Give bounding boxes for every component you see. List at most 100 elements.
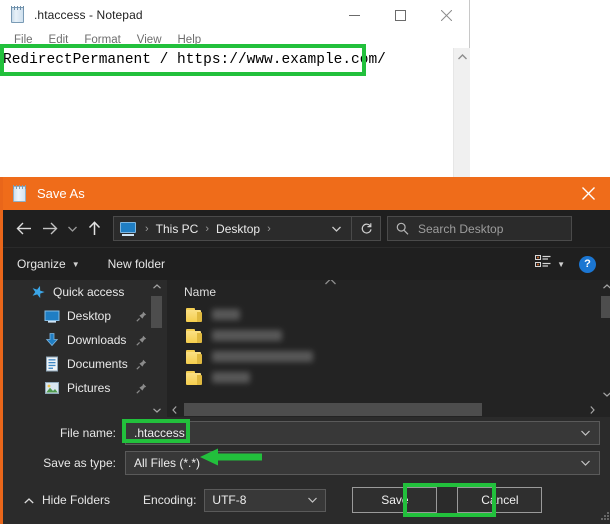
breadcrumb-desktop[interactable]: Desktop <box>214 222 262 236</box>
file-name-redacted <box>212 330 282 341</box>
hide-folders-label: Hide Folders <box>42 493 111 507</box>
hide-folders-button[interactable]: Hide Folders <box>24 493 110 507</box>
file-name-value: .htaccess <box>134 426 185 440</box>
search-input[interactable]: Search Desktop <box>387 216 572 241</box>
chevron-up-icon <box>24 493 34 507</box>
scroll-up-icon[interactable] <box>454 48 471 65</box>
chevron-down-icon[interactable] <box>581 460 590 466</box>
sidebar-item-documents[interactable]: Documents <box>6 352 163 376</box>
table-row[interactable] <box>167 367 610 388</box>
encoding-group: Encoding: UTF-8 <box>143 488 327 512</box>
arrow-up-icon[interactable] <box>81 216 107 242</box>
notepad-window: .htaccess - Notepad File Edit Format Vie… <box>0 0 470 180</box>
column-header-name[interactable]: Name <box>184 285 216 299</box>
filelist-vertical-scrollbar[interactable] <box>600 280 610 417</box>
breadcrumb-separator: › <box>267 222 271 235</box>
navigation-pane: Quick access Desktop Downloads Documents… <box>6 280 163 417</box>
notepad-window-buttons <box>331 0 469 30</box>
close-icon[interactable] <box>566 177 610 210</box>
menu-format[interactable]: Format <box>76 34 128 46</box>
organize-button[interactable]: Organize ▼ <box>17 257 80 271</box>
maximize-icon[interactable] <box>377 0 423 30</box>
save-as-type-row: Save as type: All Files (*.*) <box>6 451 610 475</box>
pin-icon[interactable] <box>136 383 147 394</box>
menu-help[interactable]: Help <box>170 34 210 46</box>
scroll-up-icon[interactable] <box>600 280 610 293</box>
file-name-redacted <box>212 309 240 320</box>
chevron-down-icon: ▼ <box>557 259 565 269</box>
filelist-scroll-thumb[interactable] <box>601 296 610 318</box>
sidebar-label: Pictures <box>67 381 111 395</box>
save-as-type-select[interactable]: All Files (*.*) <box>125 451 600 475</box>
organize-label: Organize <box>17 257 66 271</box>
save-button[interactable]: Save <box>352 487 438 513</box>
view-mode-button[interactable]: ▼ <box>535 255 565 273</box>
menu-view[interactable]: View <box>129 34 170 46</box>
view-mode-icon <box>535 255 551 273</box>
close-icon[interactable] <box>423 0 469 30</box>
menu-file[interactable]: File <box>6 34 41 46</box>
table-row[interactable] <box>167 346 610 367</box>
folder-icon <box>186 307 203 322</box>
resize-grip[interactable] <box>601 512 610 521</box>
scroll-up-icon[interactable] <box>150 280 163 293</box>
save-as-type-label: Save as type: <box>43 456 116 470</box>
menu-edit[interactable]: Edit <box>41 34 77 46</box>
chevron-down-icon: ▼ <box>71 259 80 269</box>
address-bar[interactable]: › This PC › Desktop › <box>113 216 381 241</box>
file-name-label: File name: <box>59 426 116 440</box>
sidebar-item-pictures[interactable]: Pictures <box>6 376 163 400</box>
encoding-select[interactable]: UTF-8 <box>204 488 327 512</box>
save-form: File name: .htaccess Save as type: All F… <box>6 421 610 476</box>
arrow-left-icon[interactable] <box>11 216 37 242</box>
notepad-title: .htaccess - Notepad <box>34 8 143 22</box>
minimize-icon[interactable] <box>331 0 377 30</box>
notepad-text-content: RedirectPermanent / https://www.example.… <box>3 52 386 68</box>
chevron-down-icon[interactable] <box>308 497 318 503</box>
filelist-horizontal-scrollbar[interactable] <box>167 402 610 417</box>
desktop-background <box>470 0 610 177</box>
cancel-button[interactable]: Cancel <box>457 487 543 513</box>
sidebar-label: Downloads <box>67 333 127 347</box>
notepad-vertical-scrollbar[interactable] <box>453 48 470 180</box>
new-folder-button[interactable]: New folder <box>108 257 165 271</box>
pin-icon[interactable] <box>136 359 147 370</box>
command-bar: Organize ▼ New folder ▼ ? <box>3 247 610 280</box>
notepad-titlebar: .htaccess - Notepad <box>0 0 469 30</box>
scroll-down-icon[interactable] <box>600 388 610 401</box>
scroll-right-icon[interactable] <box>585 402 600 417</box>
refresh-icon[interactable] <box>351 217 380 240</box>
sidebar-label: Desktop <box>67 309 112 323</box>
breadcrumb-separator: › <box>205 222 210 235</box>
table-row[interactable] <box>167 304 610 325</box>
sidebar-item-desktop[interactable]: Desktop <box>6 304 163 328</box>
scroll-down-icon[interactable] <box>150 404 163 417</box>
pin-icon[interactable] <box>136 311 147 322</box>
file-name-redacted <box>212 372 250 383</box>
file-name-input[interactable]: .htaccess <box>125 421 600 445</box>
chevron-down-icon[interactable] <box>322 226 351 232</box>
notepad-menubar: File Edit Format View Help <box>0 30 469 50</box>
folder-icon <box>186 328 203 343</box>
breadcrumb-this-pc[interactable]: This PC <box>154 222 201 236</box>
notepad-text-area[interactable]: RedirectPermanent / https://www.example.… <box>0 48 470 180</box>
sort-ascending-icon <box>325 280 336 287</box>
chevron-down-icon[interactable] <box>63 216 81 242</box>
horizontal-scroll-thumb[interactable] <box>184 403 482 416</box>
sidebar-item-downloads[interactable]: Downloads <box>6 328 163 352</box>
sidebar-label: Documents <box>67 357 128 371</box>
help-button[interactable]: ? <box>579 255 596 273</box>
dialog-content: Quick access Desktop Downloads Documents… <box>6 280 610 417</box>
save-as-titlebar: Save As <box>3 177 610 210</box>
arrow-right-icon[interactable] <box>37 216 63 242</box>
chevron-down-icon[interactable] <box>581 430 590 436</box>
save-as-type-value: All Files (*.*) <box>134 456 201 470</box>
notepad-icon <box>10 6 26 23</box>
sidebar-item-quick-access[interactable]: Quick access <box>6 280 163 304</box>
scroll-left-icon[interactable] <box>167 402 182 417</box>
pin-icon[interactable] <box>136 335 147 346</box>
navpane-scrollbar[interactable] <box>150 280 163 417</box>
navpane-scroll-thumb[interactable] <box>151 296 162 328</box>
table-row[interactable] <box>167 325 610 346</box>
encoding-label: Encoding: <box>143 493 197 507</box>
